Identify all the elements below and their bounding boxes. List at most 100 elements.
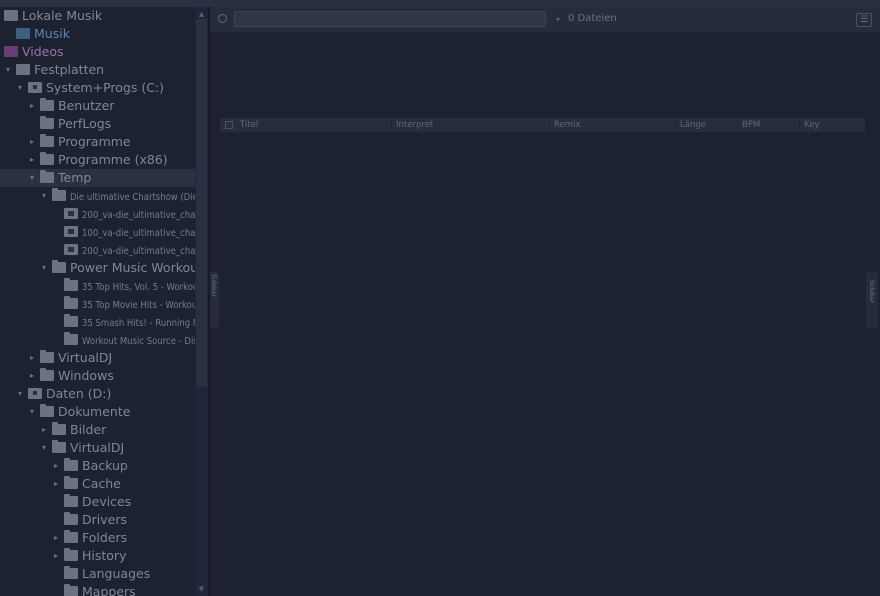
tree-item-power-music-workout[interactable]: ▾ Power Music Workout bbox=[0, 259, 195, 277]
column-header-remix[interactable]: Remix bbox=[550, 120, 676, 130]
tree-item-programme-x86[interactable]: ▸ Programme (x86) bbox=[0, 151, 195, 169]
column-header-bpm[interactable]: BPM bbox=[738, 120, 800, 130]
select-all-checkbox[interactable] bbox=[225, 121, 233, 129]
tree-item-label: Programme (x86) bbox=[58, 152, 168, 167]
tree-item-benutzer[interactable]: ▸ Benutzer bbox=[0, 97, 195, 115]
collapse-arrow-icon[interactable]: ▾ bbox=[16, 389, 24, 398]
expand-arrow-icon[interactable]: ▸ bbox=[52, 533, 60, 542]
expand-arrow-icon[interactable]: ▸ bbox=[52, 551, 60, 560]
tree-item-file-1[interactable]: 200_va-die_ultimative_chartsh bbox=[0, 205, 195, 223]
tree-item-temp[interactable]: ▾ Temp bbox=[0, 169, 195, 187]
expand-arrow-icon[interactable]: ▸ bbox=[28, 371, 36, 380]
tree-item-bilder[interactable]: ▸ Bilder bbox=[0, 421, 195, 439]
tree-item-music-source[interactable]: Workout Music Source - Disco bbox=[0, 331, 195, 349]
collapse-arrow-icon[interactable]: ▾ bbox=[40, 191, 48, 200]
tree-item-perflogs[interactable]: PerfLogs bbox=[0, 115, 195, 133]
view-options-button[interactable]: ☰ bbox=[856, 13, 872, 27]
tree-item-drivers[interactable]: Drivers bbox=[0, 511, 195, 529]
scroll-up-arrow-icon[interactable]: ▲ bbox=[195, 9, 208, 19]
collapse-arrow-icon[interactable]: ▾ bbox=[16, 83, 24, 92]
tree-item-virtualdj-d[interactable]: ▾ VirtualDJ bbox=[0, 439, 195, 457]
file-list-header: Titel Interpret Remix Länge BPM Key bbox=[220, 118, 865, 132]
tree-item-folders[interactable]: ▸ Folders bbox=[0, 529, 195, 547]
tree-item-chartshow[interactable]: ▾ Die ultimative Chartshow (Die erfo bbox=[0, 187, 195, 205]
tree-item-label: Workout Music Source - Disco bbox=[82, 336, 195, 347]
tree-item-backup[interactable]: ▸ Backup bbox=[0, 457, 195, 475]
tree-item-dokumente[interactable]: ▾ Dokumente bbox=[0, 403, 195, 421]
tree-item-file-2[interactable]: 100_va-die_ultimative_chartsh bbox=[0, 223, 195, 241]
column-header-title[interactable]: Titel bbox=[236, 120, 392, 130]
count-arrow-icon: ▸ bbox=[557, 15, 561, 23]
folder-icon bbox=[40, 368, 54, 381]
tree-item-label: VirtualDJ bbox=[70, 440, 125, 455]
tree-item-label: Windows bbox=[58, 368, 114, 383]
expand-arrow-icon[interactable]: ▸ bbox=[52, 461, 60, 470]
tree-item-label: VirtualDJ bbox=[58, 350, 113, 365]
tree-item-top-hits[interactable]: 35 Top Hits, Vol. 5 - Workout M bbox=[0, 277, 195, 295]
sidebar-toggle-left[interactable]: Sidebar bbox=[210, 272, 219, 328]
tree-item-label: Benutzer bbox=[58, 98, 115, 113]
tree-item-label: PerfLogs bbox=[58, 116, 112, 131]
folder-icon bbox=[40, 350, 54, 363]
tree-item-drive-c[interactable]: ▾ System+Progs (C:) bbox=[0, 79, 195, 97]
tree-item-drive-d[interactable]: ▾ Daten (D:) bbox=[0, 385, 195, 403]
expand-arrow-icon[interactable]: ▸ bbox=[28, 155, 36, 164]
collapse-arrow-icon[interactable]: ▾ bbox=[40, 443, 48, 452]
tree-item-label: Devices bbox=[82, 494, 132, 509]
tree-item-lokale-musik[interactable]: Lokale Musik bbox=[0, 7, 195, 25]
tree-item-label: 200_va-die_ultimative_chartsh bbox=[82, 210, 195, 221]
collapse-arrow-icon[interactable]: ▾ bbox=[4, 65, 12, 74]
file-icon bbox=[64, 226, 78, 237]
folder-icon bbox=[64, 494, 78, 507]
tree-item-festplatten[interactable]: ▾ Festplatten bbox=[0, 61, 195, 79]
folder-icon bbox=[40, 152, 54, 165]
tree-item-mappers[interactable]: Mappers bbox=[0, 583, 195, 596]
sidebar-toggle-right-label: Sidebar bbox=[868, 280, 875, 303]
tree-scrollbar-thumb[interactable] bbox=[196, 19, 207, 387]
tree-item-label: 35 Top Movie Hits - Workout M bbox=[82, 300, 195, 311]
drive-icon bbox=[28, 388, 42, 399]
folder-icon bbox=[64, 296, 78, 309]
tree-item-movie-hits[interactable]: 35 Top Movie Hits - Workout M bbox=[0, 295, 195, 313]
search-input[interactable] bbox=[234, 11, 546, 27]
collapse-arrow-icon[interactable]: ▾ bbox=[28, 407, 36, 416]
tree-item-label: Backup bbox=[82, 458, 128, 473]
tree-item-label: 200_va-die_ultimative_chartsh bbox=[82, 246, 195, 257]
folder-icon bbox=[52, 188, 66, 201]
folder-icon bbox=[64, 278, 78, 291]
tree-item-label: Die ultimative Chartshow (Die erfo bbox=[70, 192, 195, 203]
tree-item-virtualdj-c[interactable]: ▸ VirtualDJ bbox=[0, 349, 195, 367]
expand-arrow-icon[interactable]: ▸ bbox=[28, 353, 36, 362]
tree-item-label: 35 Smash Hits! - Running Mixe bbox=[82, 318, 195, 329]
expand-arrow-icon[interactable]: ▸ bbox=[40, 425, 48, 434]
tree-scrollbar[interactable]: ▲ ▼ bbox=[195, 7, 208, 596]
tree-item-devices[interactable]: Devices bbox=[0, 493, 195, 511]
expand-arrow-icon[interactable]: ▸ bbox=[28, 137, 36, 146]
tree-item-videos[interactable]: ▸Videos bbox=[0, 43, 195, 61]
search-icon[interactable] bbox=[218, 14, 227, 23]
tree-item-history[interactable]: ▸ History bbox=[0, 547, 195, 565]
tree-item-file-3[interactable]: 200_va-die_ultimative_chartsh bbox=[0, 241, 195, 259]
column-header-artist[interactable]: Interpret bbox=[392, 120, 550, 130]
file-icon bbox=[64, 208, 78, 219]
folder-tree[interactable]: Lokale MusikMusik▸Videos▾Festplatten▾Sys… bbox=[0, 7, 195, 596]
tree-item-programme[interactable]: ▸ Programme bbox=[0, 133, 195, 151]
folder-icon bbox=[64, 512, 78, 525]
collapse-arrow-icon[interactable]: ▾ bbox=[28, 173, 36, 182]
column-header-length[interactable]: Länge bbox=[676, 120, 738, 130]
tree-item-cache[interactable]: ▸ Cache bbox=[0, 475, 195, 493]
column-header-key[interactable]: Key bbox=[800, 120, 865, 130]
tree-item-musik[interactable]: Musik bbox=[0, 25, 195, 43]
tree-item-languages[interactable]: Languages bbox=[0, 565, 195, 583]
scroll-down-arrow-icon[interactable]: ▼ bbox=[195, 584, 208, 594]
tree-item-windows[interactable]: ▸ Windows bbox=[0, 367, 195, 385]
folder-icon bbox=[64, 530, 78, 543]
file-icon bbox=[64, 244, 78, 255]
sidebar-toggle-right[interactable]: Sidebar bbox=[866, 272, 878, 328]
tree-item-smash-hits[interactable]: 35 Smash Hits! - Running Mixe bbox=[0, 313, 195, 331]
expand-arrow-icon[interactable]: ▸ bbox=[28, 101, 36, 110]
collapse-arrow-icon[interactable]: ▾ bbox=[40, 263, 48, 272]
tree-item-label: History bbox=[82, 548, 127, 563]
computer-icon bbox=[4, 10, 18, 21]
expand-arrow-icon[interactable]: ▸ bbox=[52, 479, 60, 488]
